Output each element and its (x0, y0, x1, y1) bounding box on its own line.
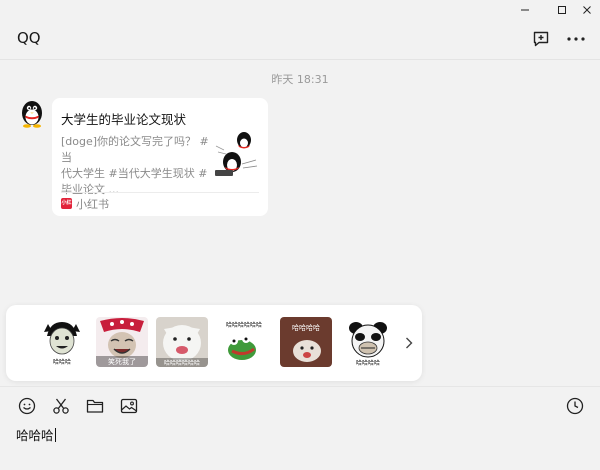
sticker-caption: 笑死我了 (108, 357, 136, 366)
minimize-icon[interactable] (510, 0, 540, 20)
image-icon[interactable] (118, 395, 140, 417)
sticker-caption: 哈哈哈哈 (356, 359, 380, 367)
sticker[interactable]: 哈哈哈哈哈哈 (156, 317, 208, 367)
chat-header: QQ (0, 20, 600, 60)
card-divider (61, 192, 259, 193)
sticker-suggestions: 哈哈哈 笑死我了 哈哈哈哈哈哈 哈哈哈哈哈哈 哈哈哈哈 哈哈哈哈 (6, 305, 422, 381)
text-cursor (54, 428, 56, 442)
sticker[interactable]: 哈哈哈哈 (342, 317, 394, 367)
message-input[interactable]: 哈哈哈 (16, 425, 56, 444)
avatar[interactable] (16, 98, 48, 130)
clock-icon[interactable] (564, 395, 586, 417)
sticker[interactable]: 哈哈哈 (36, 317, 88, 367)
more-icon[interactable] (565, 28, 587, 50)
card-description: [doge]你的论文写完了吗？ #当 代大学生 #当代大学生现状 # 毕业论文 … (61, 135, 209, 196)
card-thumbnail (212, 128, 262, 180)
message-timestamp: 昨天 18:31 (271, 73, 329, 86)
shared-link-card[interactable]: 大学生的毕业论文现状 [doge]你的论文写完了吗？ #当 代大学生 #当代大学… (52, 98, 268, 217)
chevron-right-icon[interactable] (402, 332, 416, 354)
compose-area: 哈哈哈 (0, 386, 600, 470)
sticker-caption: 哈哈哈哈哈哈 (164, 359, 200, 367)
close-icon[interactable] (572, 0, 600, 20)
xiaohongshu-icon: 小红书 (61, 198, 72, 217)
sticker[interactable]: 哈哈哈哈 (280, 317, 332, 367)
chat-title: QQ (17, 29, 41, 47)
title-bar (0, 0, 600, 20)
sticker[interactable]: 笑死我了 (96, 317, 148, 367)
sticker-caption: 哈哈哈哈 (292, 323, 320, 332)
card-title: 大学生的毕业论文现状 (61, 112, 187, 127)
card-source: 小红书 (76, 198, 109, 211)
emoji-icon[interactable] (16, 395, 38, 417)
scissors-icon[interactable] (50, 395, 72, 417)
sticker[interactable]: 哈哈哈哈哈哈 (218, 317, 270, 367)
folder-icon[interactable] (84, 395, 106, 417)
new-chat-icon[interactable] (530, 28, 552, 50)
sticker-caption: 哈哈哈 (53, 358, 71, 366)
sticker-caption: 哈哈哈哈哈哈 (226, 321, 262, 329)
